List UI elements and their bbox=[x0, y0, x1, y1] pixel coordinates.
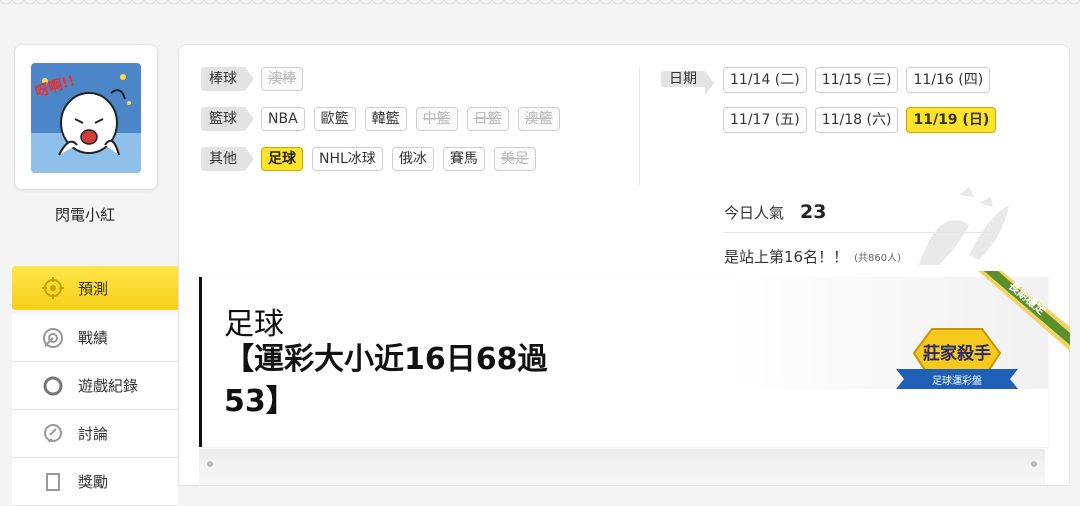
record-icon bbox=[42, 327, 64, 349]
article-category: 足球 bbox=[224, 307, 284, 342]
sidebar-nav: 預測 戰績 遊戲紀錄 討論 獎勵 bbox=[12, 266, 188, 506]
filter-row-other: 其他 足球 NHL冰球 俄冰 賽馬 美足 bbox=[201, 147, 545, 171]
nav-item-discussion[interactable]: 討論 bbox=[12, 410, 178, 458]
chip-aus-basketball: 澳籃 bbox=[517, 107, 560, 131]
username: 閃電小紅 bbox=[54, 206, 115, 224]
chip-russia-hockey[interactable]: 俄冰 bbox=[391, 147, 434, 171]
avatar: 呀啊!! bbox=[31, 63, 141, 173]
article-card[interactable]: 足球 【運彩大小近16日68過53】 長期穩定 莊家殺手 足球運彩盤 bbox=[199, 271, 1070, 447]
nav-item-record[interactable]: 戰績 bbox=[12, 314, 178, 362]
nav-label: 獎勵 bbox=[78, 473, 109, 491]
filter-divider bbox=[639, 67, 640, 185]
date-list: 11/14 (二) 11/15 (三) 11/16 (四) 11/17 (五) … bbox=[723, 67, 1013, 133]
date-chip[interactable]: 11/17 (五) bbox=[723, 107, 807, 133]
nav-label: 戰績 bbox=[78, 329, 109, 347]
chip-american-football: 美足 bbox=[493, 147, 536, 171]
chip-china-basketball: 中籃 bbox=[415, 107, 458, 131]
popularity-label: 今日人氣 bbox=[724, 203, 785, 222]
chip-horse-racing[interactable]: 賽馬 bbox=[442, 147, 485, 171]
reward-icon bbox=[42, 471, 64, 493]
chip-aus-baseball: 澳棒 bbox=[261, 67, 303, 91]
svg-text:足球運彩盤: 足球運彩盤 bbox=[932, 374, 982, 387]
chip-football[interactable]: 足球 bbox=[261, 147, 303, 171]
rank-text: 是站上第16名！！ bbox=[724, 247, 849, 266]
date-chip[interactable]: 11/15 (三) bbox=[814, 67, 899, 93]
chip-japan-basketball: 日籃 bbox=[466, 107, 509, 131]
popularity-value: 23 bbox=[800, 201, 827, 223]
article-footer-bar bbox=[199, 449, 1045, 485]
chip-nba[interactable]: NBA bbox=[261, 107, 305, 131]
nav-label: 預測 bbox=[78, 279, 109, 298]
filter-label-other: 其他 bbox=[201, 147, 254, 171]
bolt-dot bbox=[207, 461, 213, 467]
main-panel: 棒球 澳棒 籃球 NBA 歐籃 韓籃 中籃 日籃 澳籃 其他 足球 NHL冰球 … bbox=[178, 44, 1070, 486]
bolt-dot bbox=[1031, 461, 1037, 467]
popularity-box: 今日人氣 23 是站上第16名！！ (共860人) bbox=[724, 195, 994, 273]
filter-label-basketball: 籃球 bbox=[201, 107, 254, 131]
date-label-wrap: 日期 bbox=[661, 67, 721, 91]
nav-item-game-log[interactable]: 遊戲紀錄 bbox=[12, 362, 178, 410]
discussion-icon bbox=[42, 423, 64, 445]
nav-label: 討論 bbox=[78, 425, 109, 443]
date-label: 日期 bbox=[661, 71, 705, 87]
filter-row-basketball: 籃球 NBA 歐籃 韓籃 中籃 日籃 澳籃 bbox=[201, 107, 569, 131]
nav-label: 遊戲紀錄 bbox=[78, 377, 139, 395]
total-users: (共860人) bbox=[854, 252, 901, 264]
popularity-divider bbox=[724, 232, 994, 233]
date-chip[interactable]: 11/14 (二) bbox=[723, 67, 807, 93]
filter-row-baseball: 棒球 澳棒 bbox=[201, 67, 312, 91]
chip-euro-basketball[interactable]: 歐籃 bbox=[313, 107, 356, 131]
date-chip[interactable]: 11/18 (六) bbox=[814, 107, 899, 133]
date-chip-selected[interactable]: 11/19 (日) bbox=[906, 107, 997, 133]
chip-korea-basketball[interactable]: 韓籃 bbox=[364, 107, 407, 131]
target-icon bbox=[42, 277, 64, 299]
circle-icon bbox=[42, 375, 64, 397]
date-chip[interactable]: 11/16 (四) bbox=[906, 67, 991, 93]
nav-item-reward[interactable]: 獎勵 bbox=[12, 458, 178, 506]
chip-nhl[interactable]: NHL冰球 bbox=[312, 147, 383, 171]
svg-text:莊家殺手: 莊家殺手 bbox=[923, 343, 991, 364]
filter-label-baseball: 棒球 bbox=[201, 67, 254, 91]
sidebar: 呀啊!! 閃電小紅 預測 戰績 遊戲紀錄 討論 獎勵 bbox=[0, 0, 190, 506]
avatar-card[interactable]: 呀啊!! bbox=[14, 44, 158, 190]
bookmaker-killer-badge: 莊家殺手 足球運彩盤 bbox=[896, 328, 1018, 389]
nav-item-predict[interactable]: 預測 bbox=[12, 266, 188, 310]
article-title[interactable]: 【運彩大小近16日68過53】 bbox=[224, 339, 584, 423]
